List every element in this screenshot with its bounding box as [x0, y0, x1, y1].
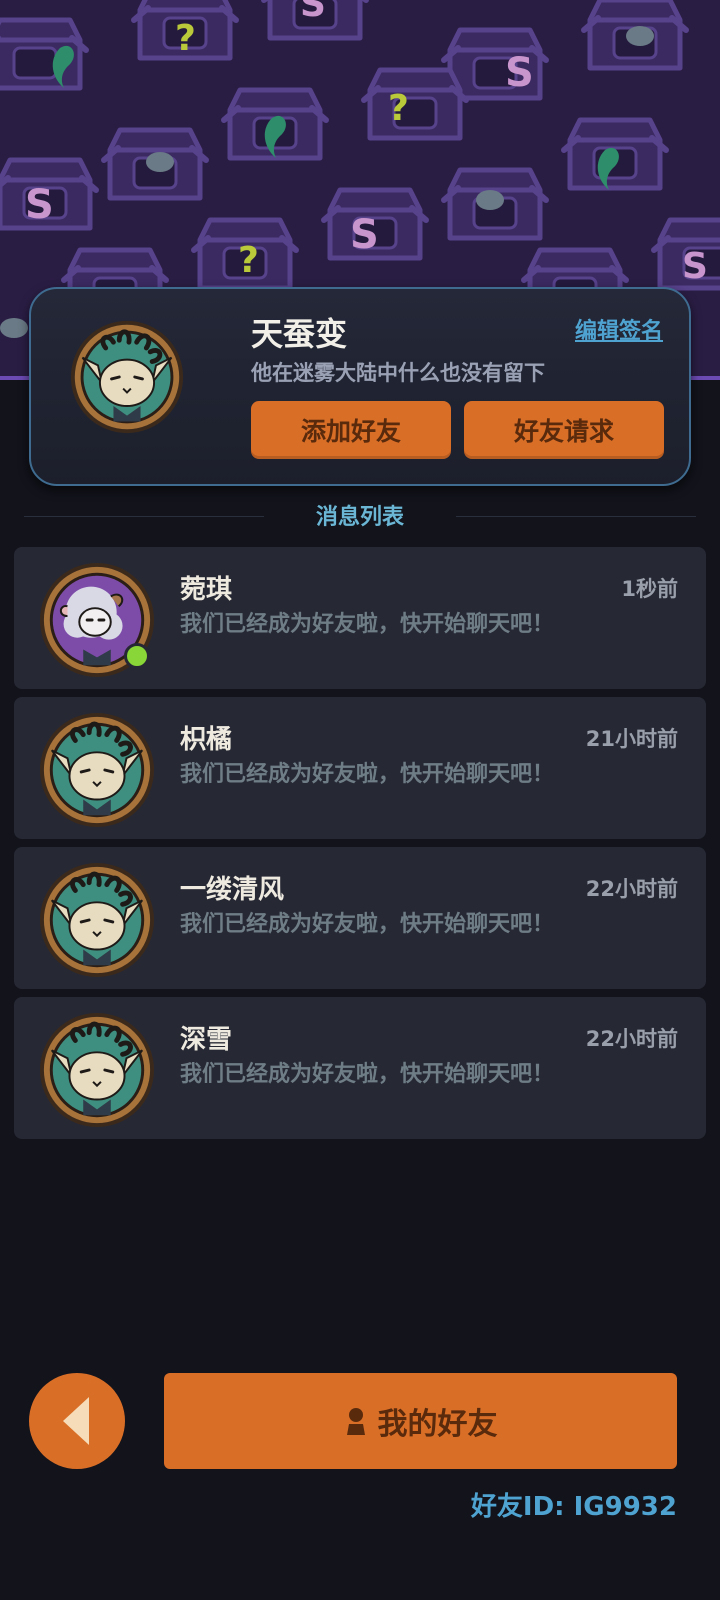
message-list: 菀琪 1秒前 我们已经成为好友啦，快开始聊天吧！ 枳橘 21小时前 我们已经成为… [14, 547, 706, 1147]
svg-text:S: S [350, 212, 379, 258]
message-sender-name: 一缕清风 [180, 875, 285, 905]
online-status-indicator [124, 643, 150, 669]
message-time: 22小时前 [585, 877, 678, 901]
message-preview: 我们已经成为好友啦，快开始聊天吧！ [180, 1062, 555, 1087]
cat-avatar[interactable] [38, 861, 156, 979]
friend-id-label: 好友ID: IG9932 [470, 1492, 677, 1522]
message-sender-name: 深雪 [180, 1025, 233, 1055]
my-friends-label: 我的好友 [377, 1407, 498, 1442]
svg-text:S: S [505, 50, 534, 96]
message-sender-name: 菀琪 [180, 575, 233, 605]
person-icon [346, 1408, 365, 1435]
message-time: 22小时前 [585, 1027, 678, 1051]
message-item[interactable]: 深雪 22小时前 我们已经成为好友啦，快开始聊天吧！ [14, 997, 706, 1139]
svg-text:?: ? [238, 240, 259, 281]
cat-avatar[interactable] [38, 1011, 156, 1129]
message-item[interactable]: 枳橘 21小时前 我们已经成为好友啦，快开始聊天吧！ [14, 697, 706, 839]
profile-card: 天蚕变 编辑签名 他在迷雾大陆中什么也没有留下 添加好友 好友请求 [29, 287, 691, 486]
message-preview: 我们已经成为好友啦，快开始聊天吧！ [180, 762, 555, 787]
back-arrow-icon [63, 1397, 89, 1445]
profile-avatar[interactable] [69, 319, 185, 435]
message-preview: 我们已经成为好友啦，快开始聊天吧！ [180, 612, 555, 637]
svg-text:?: ? [388, 88, 409, 129]
message-time: 1秒前 [621, 577, 678, 601]
svg-text:S: S [300, 0, 326, 25]
profile-name: 天蚕变 [251, 315, 348, 353]
add-friend-button[interactable]: 添加好友 [251, 401, 451, 459]
cat-avatar[interactable] [38, 711, 156, 829]
message-list-title: 消息列表 [315, 505, 404, 530]
back-button[interactable] [29, 1373, 125, 1469]
profile-signature: 他在迷雾大陆中什么也没有留下 [251, 361, 545, 385]
svg-text:?: ? [175, 18, 196, 59]
friend-request-button[interactable]: 好友请求 [464, 401, 664, 459]
message-time: 21小时前 [585, 727, 678, 751]
message-sender-name: 枳橘 [180, 725, 233, 755]
message-item[interactable]: 菀琪 1秒前 我们已经成为好友啦，快开始聊天吧！ [14, 547, 706, 689]
svg-text:S: S [682, 246, 708, 287]
message-preview: 我们已经成为好友啦，快开始聊天吧！ [180, 912, 555, 937]
message-item[interactable]: 一缕清风 22小时前 我们已经成为好友啦，快开始聊天吧！ [14, 847, 706, 989]
svg-text:S: S [25, 182, 54, 228]
my-friends-button[interactable]: 我的好友 [164, 1373, 677, 1469]
edit-signature-link[interactable]: 编辑签名 [575, 313, 663, 345]
